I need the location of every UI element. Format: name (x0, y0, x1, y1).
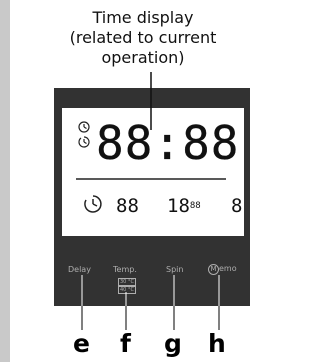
callout-lines (81, 275, 220, 330)
callout-g: g (164, 329, 182, 358)
callout-h: h (208, 329, 226, 358)
callout-e: e (73, 329, 90, 358)
callout-f: f (120, 329, 131, 358)
